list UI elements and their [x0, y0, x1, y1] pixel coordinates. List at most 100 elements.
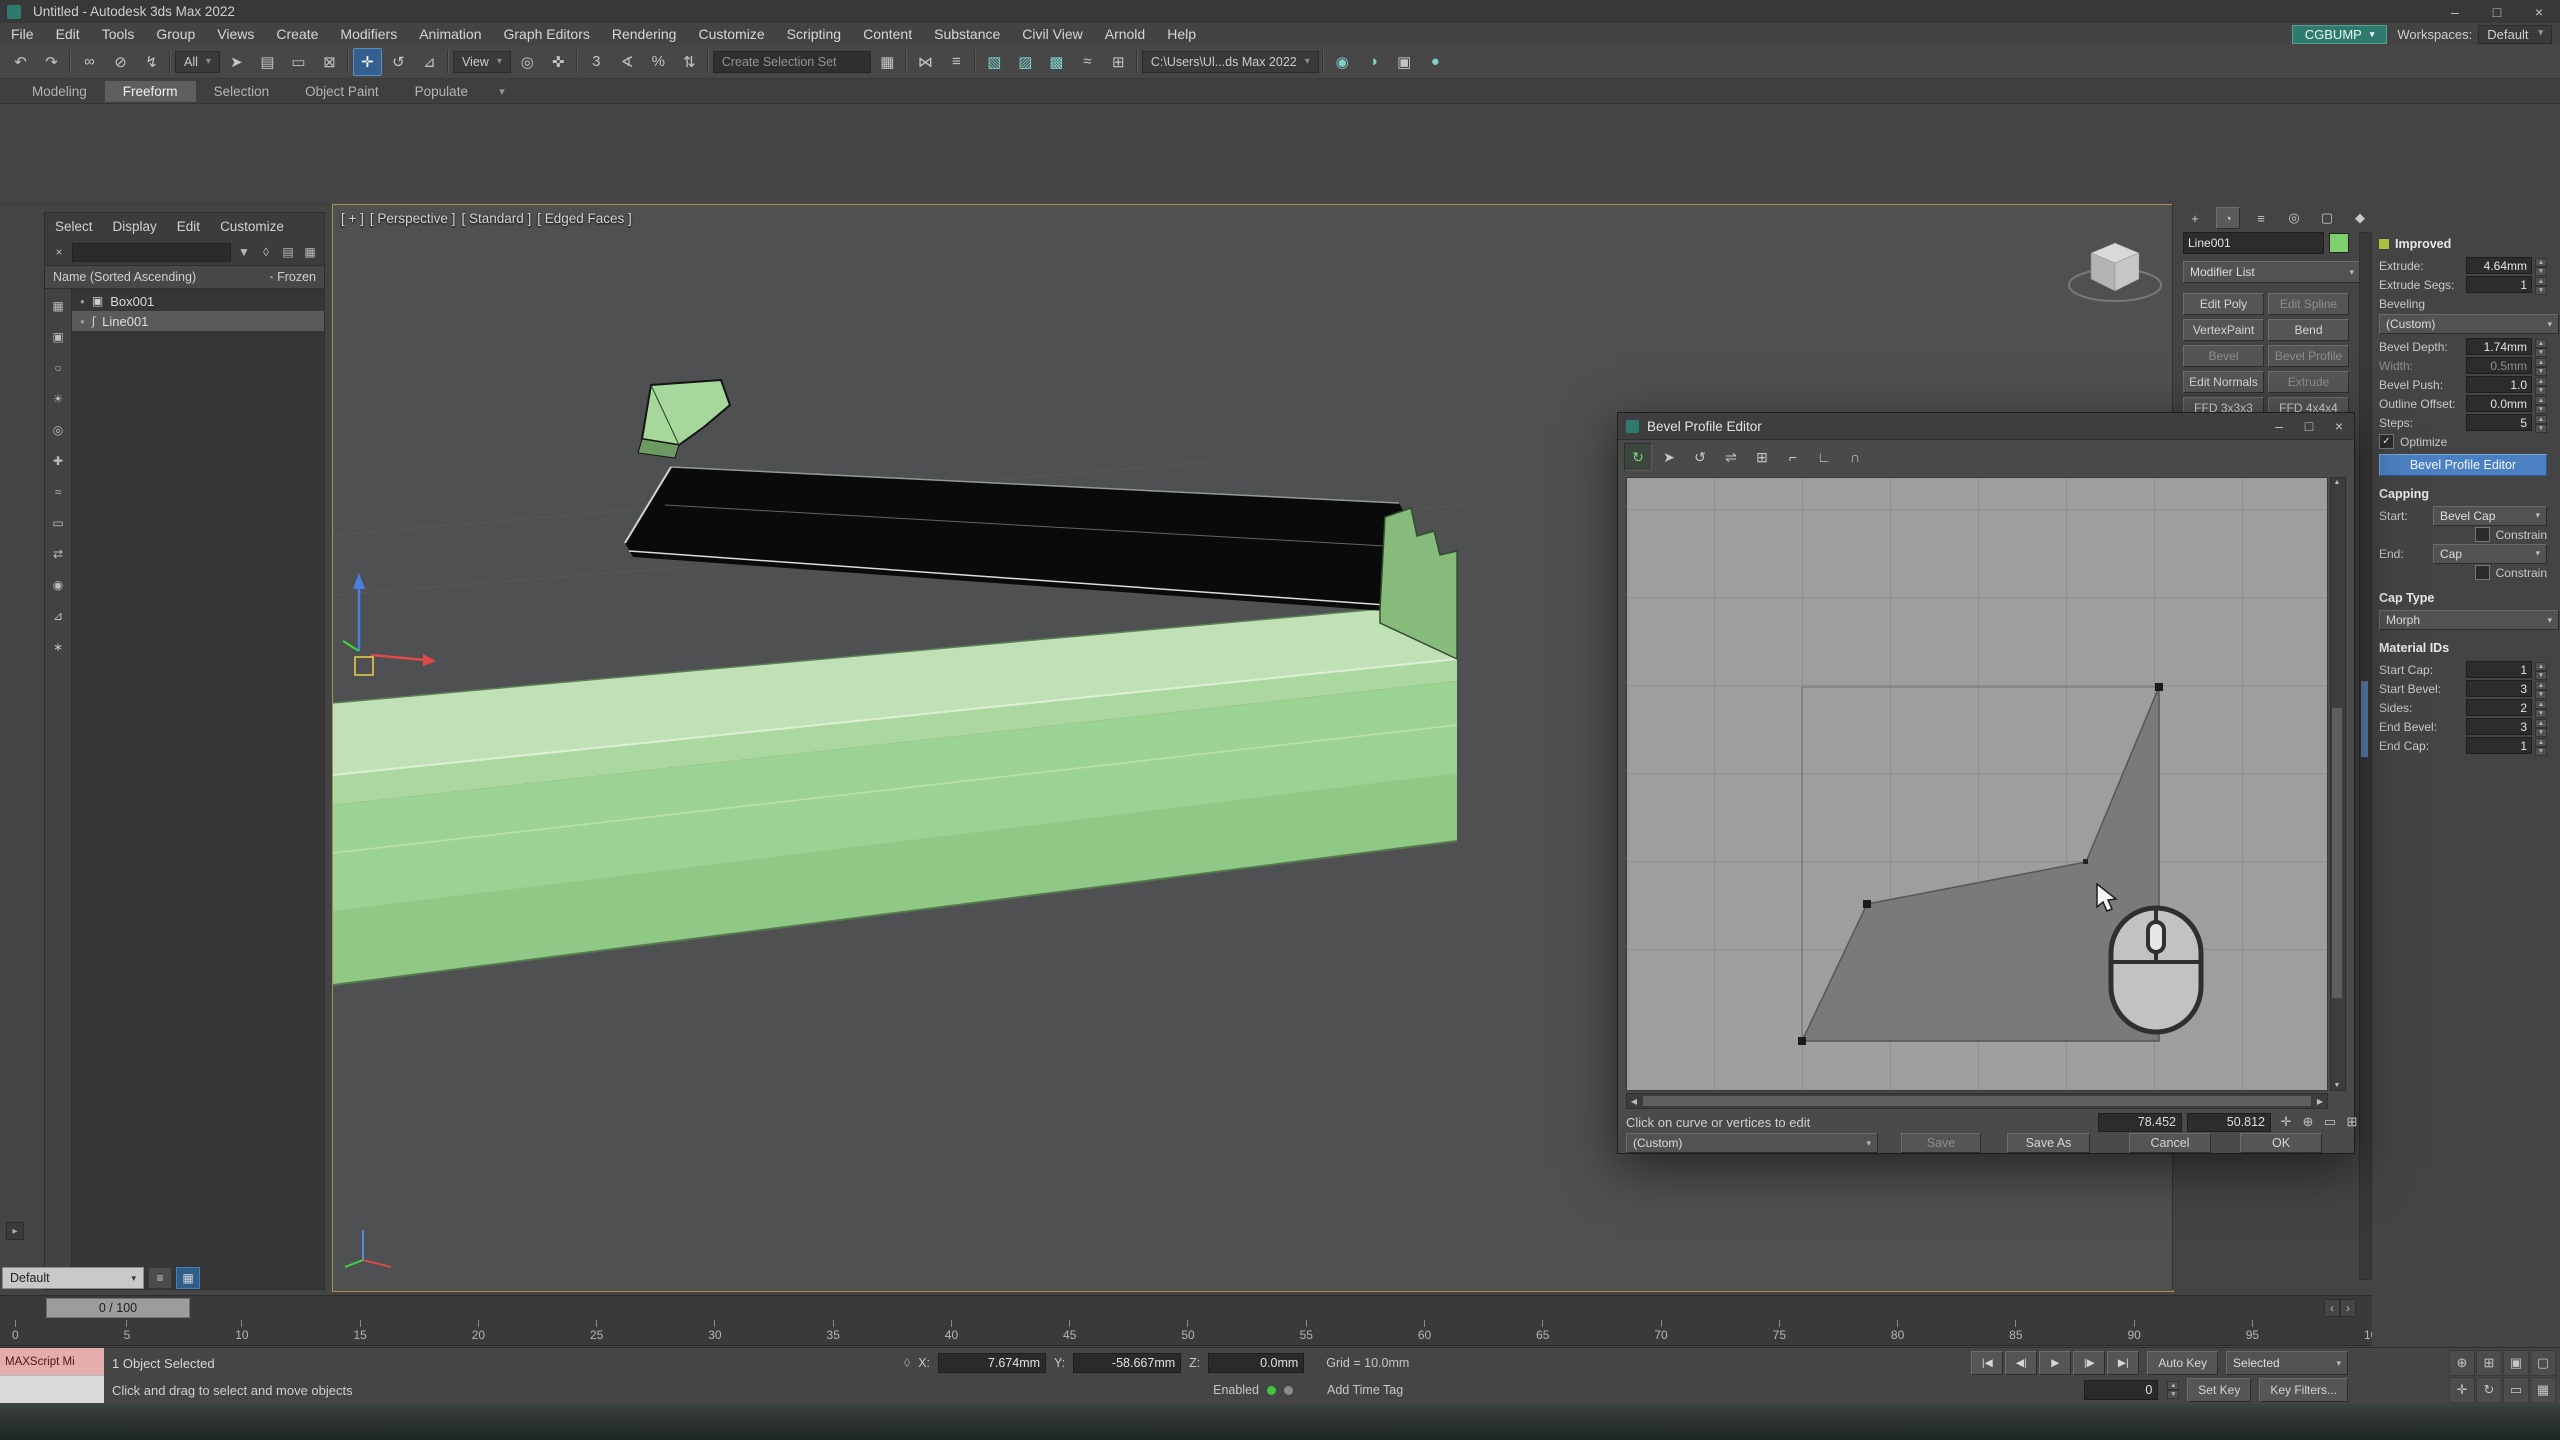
explorer-menu-customize[interactable]: Customize [220, 219, 284, 234]
capping-title[interactable]: Capping [2379, 487, 2429, 501]
menu-item[interactable]: Edit [45, 23, 91, 45]
viewport-plus-menu[interactable]: [ + ] [341, 211, 364, 226]
menu-item[interactable]: Substance [923, 23, 1011, 45]
material-editor-icon[interactable]: ◉ [1328, 48, 1357, 76]
toolbar-separator[interactable] [904, 50, 909, 74]
project-folder-dropdown[interactable]: C:\Users\Ul...ds Max 2022 [1142, 51, 1319, 73]
modify-tab[interactable]: ◔ [2216, 207, 2240, 229]
toggle-ribbon-icon[interactable]: ▩ [1042, 48, 1071, 76]
menu-item[interactable]: Modifiers [329, 23, 408, 45]
menu-item[interactable]: Scripting [776, 23, 852, 45]
cap-type-dropdown[interactable]: Morph▾ [2379, 610, 2559, 630]
bevel-profile-editor-button[interactable]: Bevel Profile Editor [2379, 454, 2547, 476]
visibility-toggle-icon[interactable]: ● [80, 317, 85, 326]
select-and-rotate-icon[interactable]: ↺ [384, 48, 413, 76]
filter-materials-icon[interactable]: ◉ [49, 576, 67, 594]
end-constrain-checkbox[interactable] [2475, 565, 2490, 580]
modifier-list-dropdown[interactable]: Modifier List▾ [2183, 261, 2361, 283]
scroll-right-icon[interactable]: ▶ [2313, 1095, 2327, 1107]
dialog-close-button[interactable]: × [2324, 414, 2354, 438]
spinner[interactable]: ▲▼ [2535, 277, 2547, 293]
select-and-scale-icon[interactable]: ⊿ [415, 48, 444, 76]
explorer-menu-display[interactable]: Display [113, 219, 157, 234]
current-frame-field[interactable]: 0 [2084, 1380, 2158, 1400]
column-chooser-icon[interactable]: ▤ [279, 243, 297, 261]
start-cap-dropdown[interactable]: Bevel Cap▾ [2433, 506, 2547, 526]
scrollbar-thumb[interactable] [1643, 1096, 2311, 1106]
select-and-manipulate-icon[interactable]: ✜ [544, 48, 573, 76]
spinner[interactable]: ▲▼ [2535, 377, 2547, 393]
value-field[interactable]: 2 [2466, 699, 2532, 716]
timeline-ruler[interactable]: 0510152025303540455055606570758085909510… [0, 1318, 2396, 1346]
mirror-icon[interactable]: ⋈ [911, 48, 940, 76]
menu-item[interactable]: File [0, 23, 45, 45]
spinner-snap-icon[interactable]: ⇅ [675, 48, 704, 76]
toolbar-separator[interactable] [706, 50, 711, 74]
toolbar-separator[interactable] [1321, 50, 1326, 74]
flip-profile-icon[interactable]: ⇌ [1717, 443, 1745, 471]
menu-item[interactable]: Arnold [1094, 23, 1156, 45]
undo-icon[interactable]: ↶ [6, 48, 35, 76]
save-button[interactable]: Save [1901, 1133, 1981, 1153]
value-field[interactable]: 0.0mm [2466, 395, 2532, 412]
time-slider[interactable]: 0 / 100 [46, 1298, 190, 1318]
menu-item[interactable]: Animation [408, 23, 492, 45]
explorer-column-header[interactable]: Name (Sorted Ascending) ▪ Frozen [45, 265, 324, 289]
object-color-swatch[interactable] [2329, 233, 2349, 253]
value-field[interactable]: 1 [2466, 276, 2532, 293]
add-time-tag[interactable]: Add Time Tag [1327, 1383, 1403, 1397]
unlink-selection-icon[interactable]: ⊘ [106, 48, 135, 76]
object-name-field[interactable]: Line001 [2183, 232, 2324, 254]
render-icon[interactable]: ● [1421, 48, 1450, 76]
spinner[interactable]: ▲▼ [2535, 258, 2547, 274]
minimize-button[interactable]: – [2434, 1, 2476, 23]
go-to-start-button[interactable]: |◀ [1971, 1351, 2003, 1375]
y-coordinate-field[interactable]: -58.667mm [1073, 1353, 1181, 1373]
next-frame-arrow[interactable]: › [2340, 1299, 2356, 1317]
search-input[interactable] [72, 243, 231, 262]
tab-selection[interactable]: Selection [196, 81, 288, 102]
viewport-layout-icon[interactable]: ▦ [2530, 1377, 2556, 1403]
bend-button[interactable]: Bend [2268, 319, 2349, 341]
explorer-menu-edit[interactable]: Edit [177, 219, 200, 234]
value-field[interactable]: 0.5mm [2466, 357, 2532, 374]
edit-normals-button[interactable]: Edit Normals [2183, 371, 2264, 393]
value-field[interactable]: 1 [2466, 661, 2532, 678]
explorer-object-list[interactable]: ● ▣ Box001 ● ∫ Line001 [72, 289, 324, 1289]
selection-filter-dropdown[interactable]: All [175, 51, 220, 73]
frame-spinner[interactable]: ▲▼ [2167, 1381, 2179, 1399]
x-coordinate-field[interactable]: 7.674mm [938, 1353, 1046, 1373]
toolbar-separator[interactable] [575, 50, 580, 74]
profile-edit-canvas[interactable] [1626, 477, 2328, 1091]
transform-lock-icon[interactable]: ◊ [904, 1356, 910, 1370]
utilities-tab[interactable]: ◆ [2348, 207, 2372, 229]
default-dropdown[interactable]: Default▾ [2, 1267, 144, 1289]
value-field[interactable]: 3 [2466, 680, 2532, 697]
scrollbar-thumb[interactable] [2332, 708, 2342, 998]
undo-icon[interactable]: ↺ [1686, 443, 1714, 471]
spinner[interactable]: ▲▼ [2535, 339, 2547, 355]
filter-spacewarps-icon[interactable]: ≈ [49, 483, 67, 501]
next-frame-button[interactable]: |▶ [2073, 1351, 2105, 1375]
bevel-profile-button[interactable]: Bevel Profile [2268, 345, 2349, 367]
edit-poly-button[interactable]: Edit Poly [2183, 293, 2264, 315]
menu-item[interactable]: Help [1156, 23, 1207, 45]
selection-set-dropdown[interactable]: Selected▾ [2226, 1351, 2348, 1375]
go-to-end-button[interactable]: ▶| [2107, 1351, 2139, 1375]
optimize-checkbox[interactable]: ✓ [2379, 434, 2394, 449]
schematic-view-icon[interactable]: ⊞ [1104, 48, 1133, 76]
zoom-extents-icon[interactable]: ⊞ [2342, 1113, 2362, 1131]
close-button[interactable]: × [2518, 1, 2560, 23]
menu-item[interactable]: Content [852, 23, 923, 45]
maxscript-mini-listener[interactable]: MAXScript Mi [0, 1348, 104, 1404]
spinner[interactable]: ▲▼ [2535, 415, 2547, 431]
value-field[interactable]: 1.0 [2466, 376, 2532, 393]
value-field[interactable]: 3 [2466, 718, 2532, 735]
spinner[interactable]: ▲▼ [2535, 662, 2547, 678]
auto-key-button[interactable]: Auto Key [2147, 1351, 2218, 1375]
ok-button[interactable]: OK [2240, 1133, 2322, 1153]
viewport-shading-menu[interactable]: [ Standard ] [461, 211, 531, 226]
display-tab[interactable]: ▢ [2315, 207, 2339, 229]
canvas-horizontal-scrollbar[interactable]: ◀ ▶ [1626, 1093, 2328, 1109]
menu-list-icon[interactable]: ≡ [148, 1267, 172, 1289]
